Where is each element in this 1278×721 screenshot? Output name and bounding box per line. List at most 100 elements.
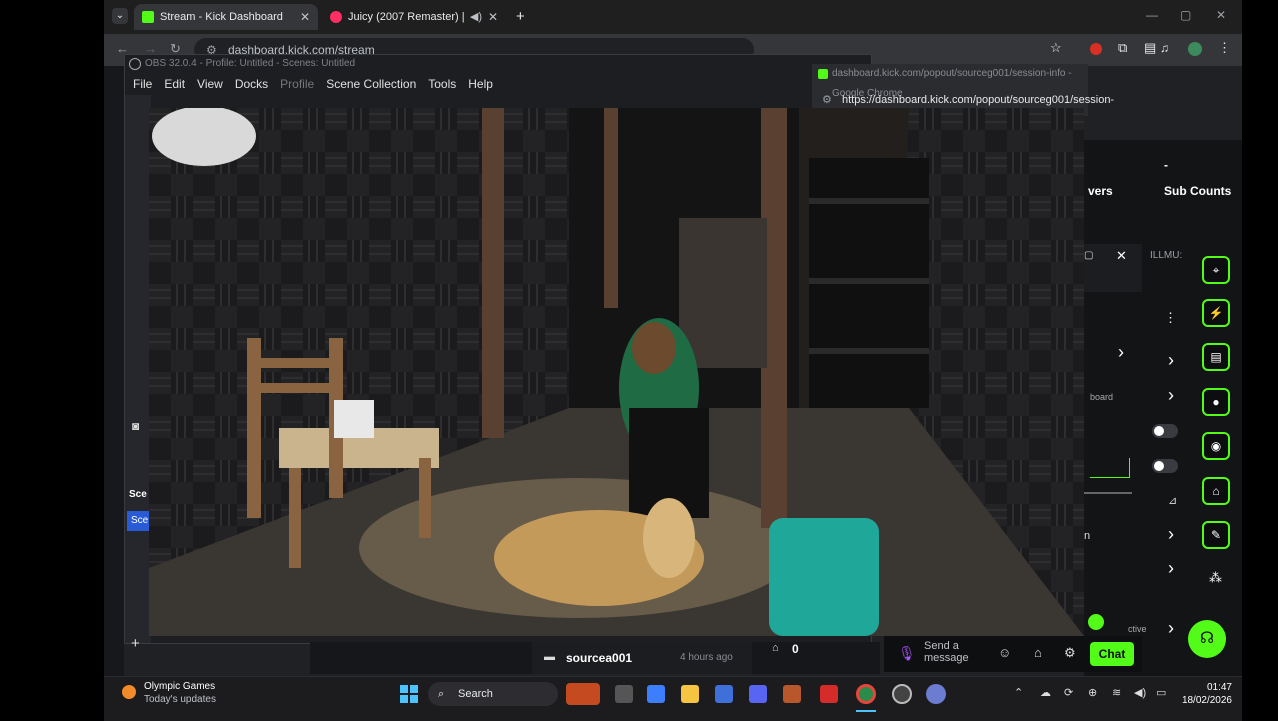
search-highlight-icon <box>566 683 600 705</box>
workshop-scene-image <box>149 108 1084 636</box>
extensions-icon[interactable]: ⧉ <box>1118 40 1127 56</box>
tab-search-icon[interactable]: ⌄ <box>112 8 128 24</box>
rail-tools-icon[interactable]: ✎ <box>1202 521 1230 549</box>
menu-edit[interactable]: Edit <box>164 77 185 91</box>
weather-title[interactable]: Olympic Games <box>144 681 215 692</box>
game-app-icon[interactable] <box>783 685 801 703</box>
app-taskbar-icon[interactable] <box>926 684 946 704</box>
streamer-name[interactable]: sourcea001 <box>566 651 632 665</box>
task-view-icon[interactable] <box>615 685 633 703</box>
menu-scene-collection[interactable]: Scene Collection <box>326 77 416 91</box>
weather-widget-icon[interactable] <box>122 685 136 699</box>
menu-view[interactable]: View <box>197 77 223 91</box>
audio-playing-icon[interactable]: ◀) <box>470 10 482 23</box>
store-icon[interactable]: ⌂ <box>1034 645 1042 660</box>
minimize-icon[interactable]: — <box>1146 8 1158 22</box>
bookmark-star-icon[interactable]: ☆ <box>1050 40 1062 56</box>
menu-docks[interactable]: Docks <box>235 77 268 91</box>
chevron-right-icon[interactable]: › <box>1168 618 1174 639</box>
chat-send-button[interactable]: Chat <box>1090 642 1134 666</box>
sub-counts-label: Sub Counts <box>1164 184 1232 198</box>
screenshot-icon[interactable]: ◙ <box>132 419 139 433</box>
menu-profile[interactable]: Profile <box>280 77 314 91</box>
stream-time-ago: 4 hours ago <box>680 652 733 663</box>
chevron-right-icon[interactable]: › <box>1168 350 1174 371</box>
copilot-icon[interactable] <box>647 685 665 703</box>
chevron-right-icon[interactable]: › <box>1168 385 1174 406</box>
maximize-icon[interactable]: ▢ <box>1180 8 1191 22</box>
tray-cloud-icon[interactable]: ☁ <box>1040 686 1051 699</box>
chrome-icon[interactable] <box>856 684 876 704</box>
calendar-icon[interactable] <box>715 685 733 703</box>
new-tab-icon[interactable]: + <box>516 8 525 25</box>
obs-scenes-dock: ◙ Sce Sce + <box>125 95 151 652</box>
rail-clip-icon[interactable]: ⌖ <box>1202 256 1230 284</box>
media-controls-icon[interactable]: ♫ <box>1160 41 1169 55</box>
obs-taskbar-icon[interactable] <box>892 684 912 704</box>
close-window-icon[interactable]: ✕ <box>1216 8 1226 22</box>
obs-menu-bar: File Edit View Docks Profile Scene Colle… <box>125 73 871 95</box>
dashboard-left-nav <box>104 66 124 676</box>
menu-file[interactable]: File <box>133 77 152 91</box>
taskbar-search[interactable]: ⌕ Search <box>428 682 558 706</box>
file-explorer-icon[interactable] <box>681 685 699 703</box>
toggle-switch[interactable] <box>1152 424 1178 438</box>
rail-apps-icon[interactable]: ⁂ <box>1209 570 1222 586</box>
viewers-icon: ⌂ <box>772 642 779 654</box>
popout-title-bar: dashboard.kick.com/popout/sourceg001/ses… <box>812 64 1088 99</box>
analytics-icon[interactable]: ⊿ <box>1168 494 1177 507</box>
support-headset-button[interactable]: ☊ <box>1188 620 1226 658</box>
discord-icon[interactable] <box>749 685 767 703</box>
rail-broadcast-icon[interactable]: ◉ <box>1202 432 1230 460</box>
youtube-favicon-icon <box>330 11 342 23</box>
chat-settings-icon[interactable]: ⚙ <box>1064 645 1076 661</box>
clock-time[interactable]: 01:47 <box>1176 682 1232 693</box>
more-options-icon[interactable]: ⋮ <box>1164 310 1177 326</box>
streamer-icon: ▬ <box>544 651 555 663</box>
n-label-partial: n <box>1084 530 1091 542</box>
expand-chevron-icon[interactable]: › <box>1118 342 1124 363</box>
obs-logo-icon <box>129 58 141 70</box>
chrome-menu-icon[interactable]: ⋮ <box>1218 40 1231 56</box>
rail-lightning-icon[interactable]: ⚡ <box>1202 299 1230 327</box>
toggle-switch[interactable] <box>1152 459 1178 473</box>
start-windows-icon[interactable] <box>400 685 418 703</box>
rail-storefront-icon[interactable]: ⌂ <box>1202 477 1230 505</box>
kick-favicon-icon <box>142 11 154 23</box>
search-placeholder: Search <box>458 688 493 700</box>
tray-mic-icon[interactable]: ⊕ <box>1088 686 1097 699</box>
scroll-indicator-icon <box>1088 614 1104 630</box>
chat-input-bar: 🎙 Send a message ☺ ⌂ ⚙ Chat <box>884 614 1142 672</box>
chevron-right-icon[interactable]: › <box>1168 524 1174 545</box>
clock-date[interactable]: 18/02/2026 <box>1176 695 1232 706</box>
tab-youtube-juicy[interactable]: Juicy (2007 Remaster) | You ◀) ✕ <box>322 4 506 30</box>
menu-help[interactable]: Help <box>468 77 493 91</box>
sidebar-icon[interactable]: ▤ <box>1144 40 1156 56</box>
kick-favicon-icon <box>818 69 828 79</box>
profile-avatar[interactable] <box>1188 42 1202 56</box>
tray-sync-icon[interactable]: ⟳ <box>1064 686 1073 699</box>
tab-kick-dashboard[interactable]: Stream - Kick Dashboard ✕ <box>134 4 318 30</box>
recording-extension-icon[interactable] <box>1090 43 1102 55</box>
tray-overflow-icon[interactable]: ⌃ <box>1014 686 1023 699</box>
close-popup-icon[interactable]: ✕ <box>1116 248 1127 264</box>
menu-tools[interactable]: Tools <box>428 77 456 91</box>
chevron-right-icon[interactable]: › <box>1168 558 1174 579</box>
input-outline[interactable] <box>1090 458 1130 478</box>
add-scene-icon[interactable]: + <box>131 635 140 652</box>
tray-battery-icon[interactable]: ▭ <box>1156 686 1166 699</box>
rail-notes-icon[interactable]: ▤ <box>1202 343 1230 371</box>
divider <box>1084 492 1132 494</box>
microphone-icon[interactable]: 🎙 <box>898 645 916 662</box>
rail-chat-bubble-icon[interactable]: ● <box>1202 388 1230 416</box>
close-tab-icon[interactable]: ✕ <box>300 10 310 24</box>
scene-item-selected[interactable]: Sce <box>127 511 149 531</box>
emoji-icon[interactable]: ☺ <box>998 645 1011 660</box>
media-app-icon[interactable] <box>820 685 838 703</box>
chat-input[interactable]: Send a message <box>924 640 984 664</box>
tray-volume-icon[interactable]: ◀) <box>1134 686 1146 699</box>
username-partial: ILLMU: <box>1150 250 1183 261</box>
tray-wifi-icon[interactable]: ≋ <box>1112 686 1121 699</box>
close-tab-icon[interactable]: ✕ <box>488 10 498 24</box>
board-label-partial: board <box>1090 392 1114 402</box>
